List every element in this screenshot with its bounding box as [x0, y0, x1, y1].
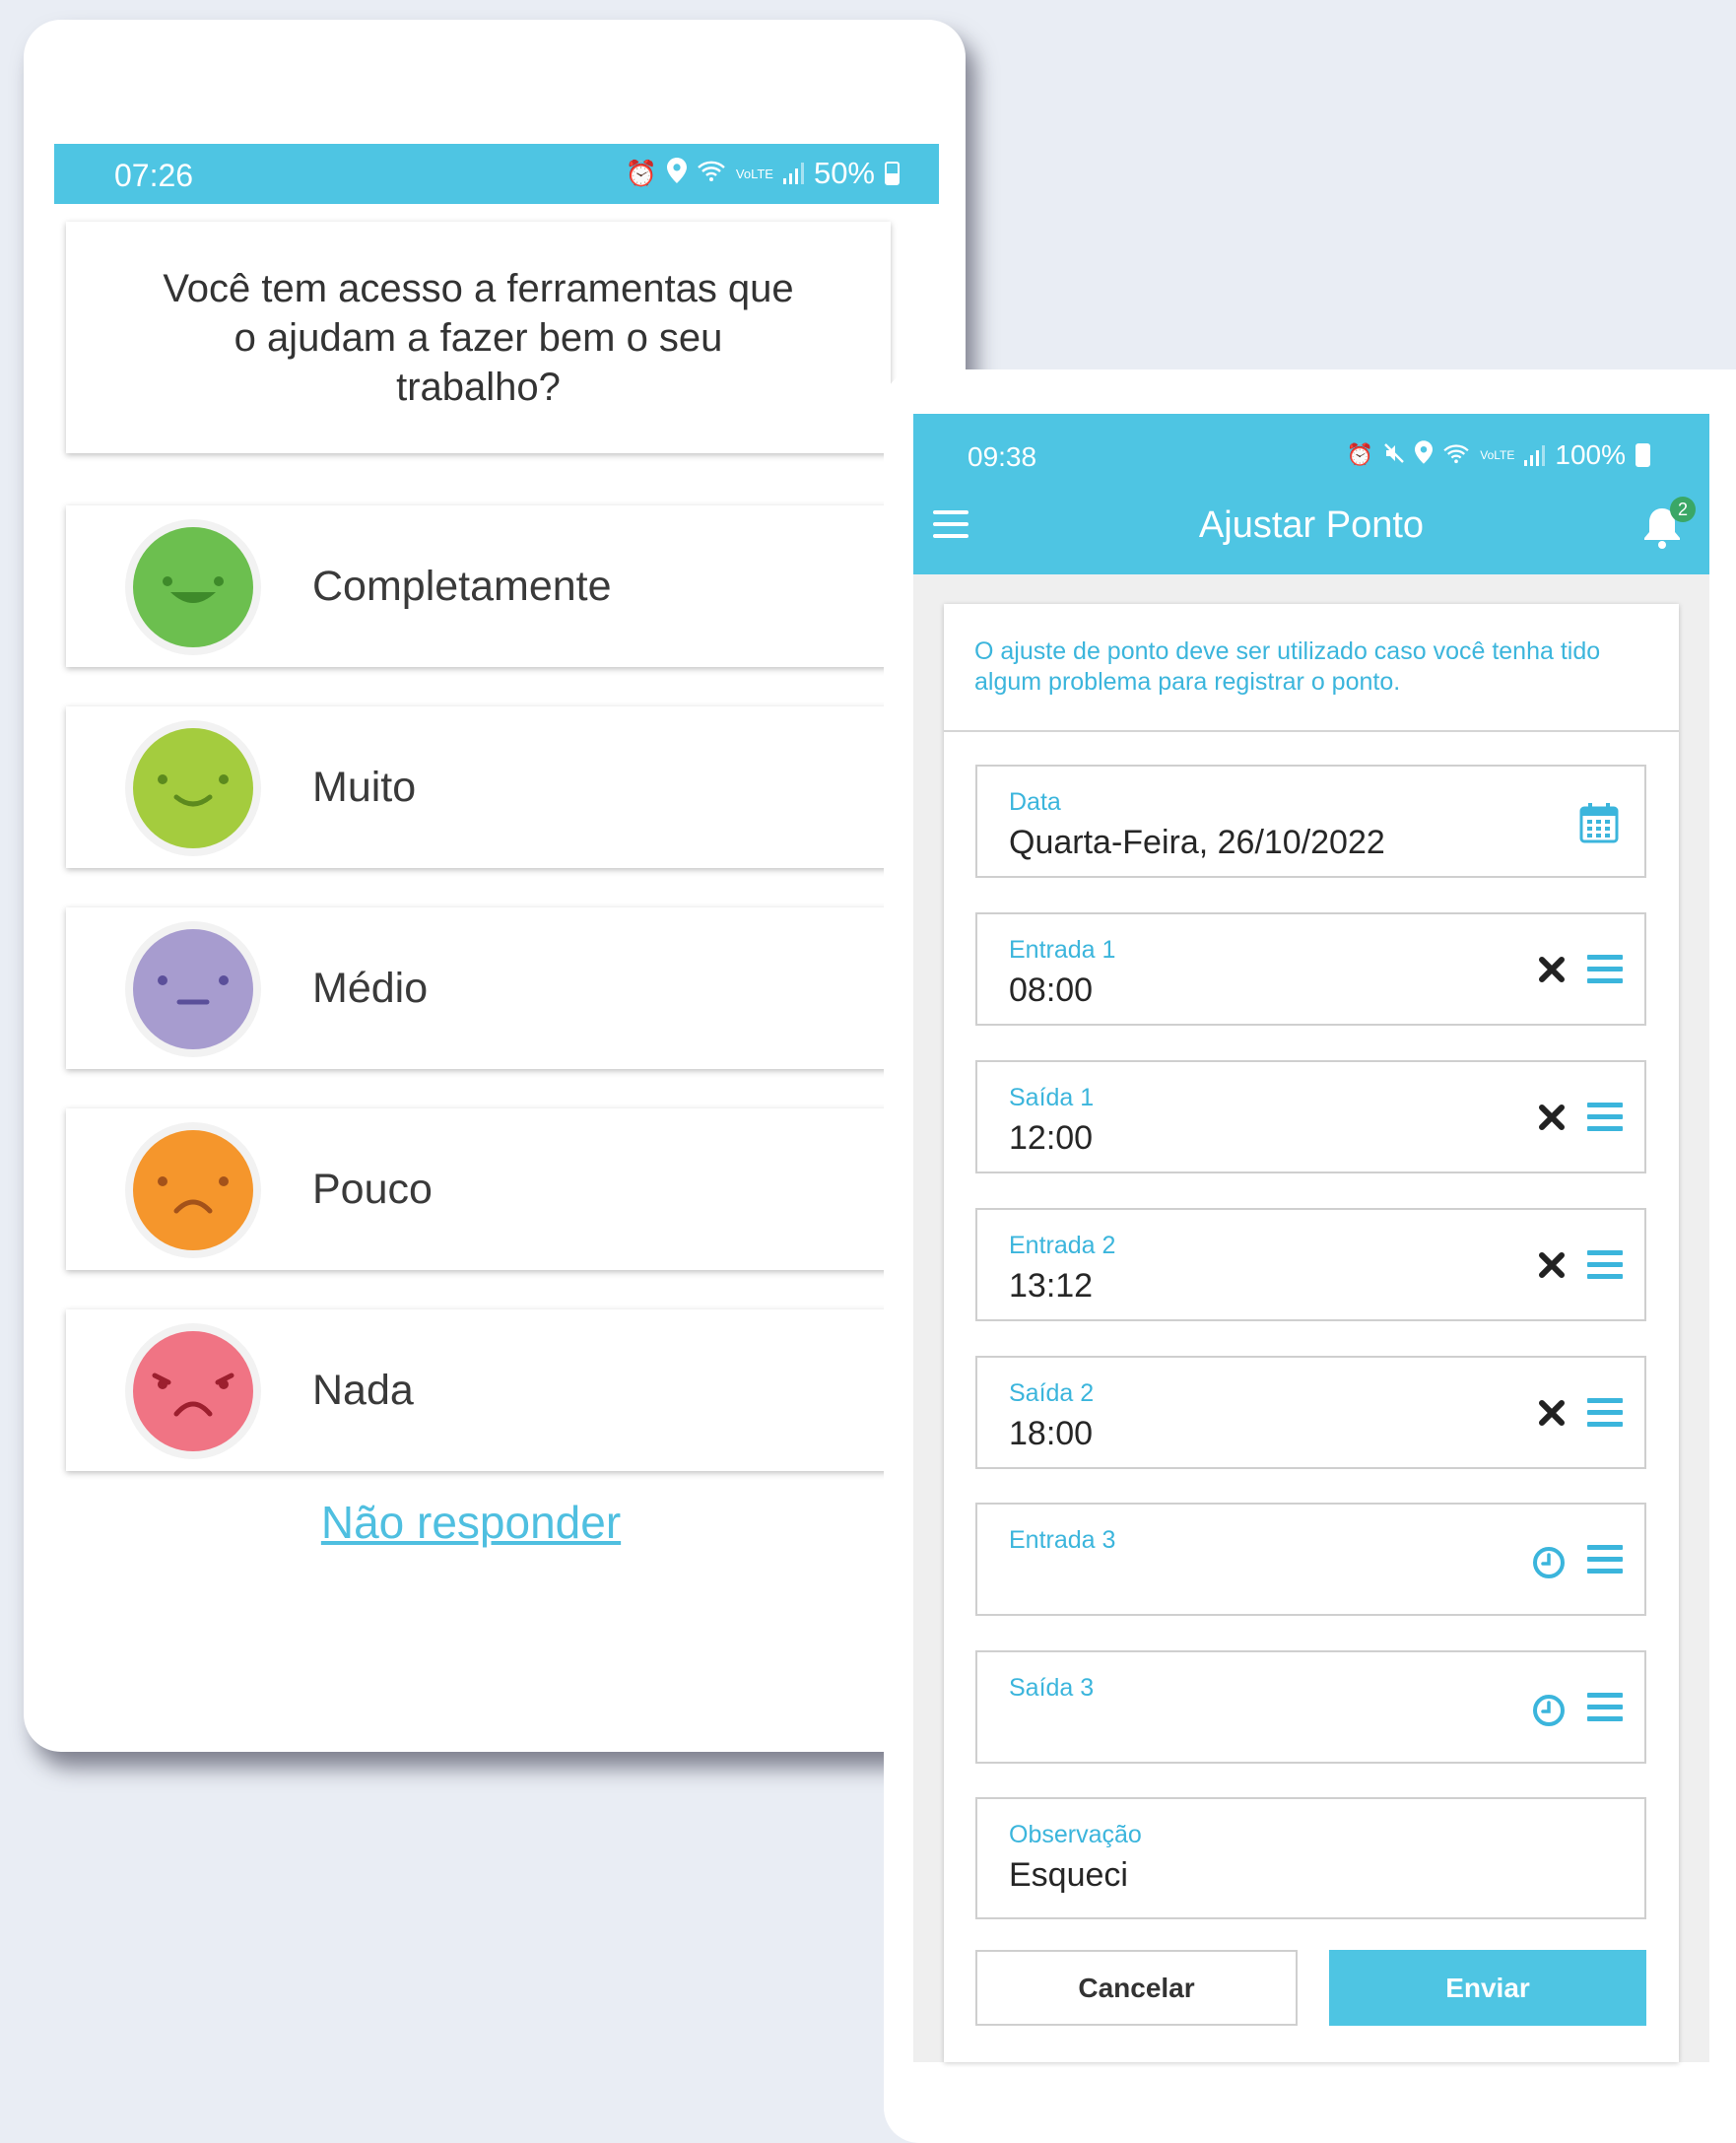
field-label: Saída 2	[1009, 1379, 1095, 1407]
content-edge	[54, 204, 939, 224]
entrada-2-field[interactable]: Entrada 2 13:12	[975, 1208, 1646, 1321]
drag-handle-icon[interactable]	[1587, 1545, 1623, 1574]
drag-handle-icon[interactable]	[1587, 1250, 1623, 1280]
send-button[interactable]: Enviar	[1329, 1950, 1646, 2026]
field-label: Observação	[1009, 1821, 1142, 1848]
face-ring	[125, 519, 261, 655]
saida-2-field[interactable]: Saída 2 18:00	[975, 1356, 1646, 1469]
face-ring	[125, 921, 261, 1057]
status-time: 09:38	[968, 441, 1037, 472]
entrada-1-field[interactable]: Entrada 1 08:00	[975, 912, 1646, 1026]
field-label: Saída 3	[1009, 1674, 1095, 1702]
option-completamente[interactable]: Completamente	[66, 505, 953, 667]
saida-3-field[interactable]: Saída 3	[975, 1650, 1646, 1764]
observation-field[interactable]: Observação Esqueci	[975, 1797, 1646, 1919]
drag-handle-icon[interactable]	[1587, 955, 1623, 984]
battery-percent: 100%	[1555, 439, 1626, 470]
drag-handle-icon[interactable]	[1587, 1103, 1623, 1132]
notification-badge: 2	[1670, 497, 1696, 522]
lte-icon: VoLTE	[1480, 448, 1515, 462]
signal-icon	[1524, 444, 1546, 466]
very-happy-face-icon	[133, 527, 253, 647]
face-ring	[125, 720, 261, 856]
page-title: Ajustar Ponto	[1198, 504, 1425, 546]
option-label: Completamente	[312, 562, 612, 610]
option-label: Pouco	[312, 1165, 433, 1213]
face-ring	[125, 1323, 261, 1459]
field-value: 18:00	[1009, 1415, 1094, 1452]
survey-question: Você tem acesso a ferramentas que o ajud…	[66, 222, 891, 453]
field-label: Data	[1009, 788, 1061, 816]
angry-face-icon	[133, 1331, 253, 1451]
signal-icon	[782, 163, 804, 184]
option-label: Nada	[312, 1366, 414, 1414]
calendar-icon[interactable]	[1579, 802, 1619, 843]
mute-icon	[1383, 439, 1405, 471]
field-label: Entrada 1	[1009, 936, 1116, 964]
status-bar: 07:26 ⏰ VoLTE 50%	[54, 144, 939, 204]
option-label: Muito	[312, 763, 417, 811]
date-field[interactable]: Data Quarta-Feira, 26/10/2022	[975, 765, 1646, 878]
option-medio[interactable]: Médio	[66, 907, 953, 1069]
drag-handle-icon[interactable]	[1587, 1693, 1623, 1722]
status-icons: ⏰ VoLTE 100%	[1347, 439, 1650, 471]
alarm-icon: ⏰	[1346, 442, 1374, 467]
field-label: Entrada 3	[1009, 1526, 1116, 1554]
wifi-icon	[697, 159, 726, 189]
field-value: Esqueci	[1009, 1856, 1128, 1894]
field-label: Entrada 2	[1009, 1232, 1116, 1259]
battery-percent: 50%	[813, 156, 875, 190]
battery-icon	[1636, 443, 1650, 467]
drag-handle-icon[interactable]	[1587, 1398, 1623, 1428]
clear-icon[interactable]	[1538, 1104, 1566, 1131]
neutral-face-icon	[133, 929, 253, 1049]
option-muito[interactable]: Muito	[66, 706, 953, 868]
battery-icon	[885, 162, 900, 185]
notice-text: O ajuste de ponto deve ser utilizado cas…	[974, 637, 1601, 696]
face-ring	[125, 1122, 261, 1258]
location-icon	[666, 157, 687, 190]
app-header: 09:38 ⏰ VoLTE 100% Ajustar Ponto 2	[913, 414, 1709, 574]
sad-face-icon	[133, 1130, 253, 1250]
happy-face-icon	[133, 728, 253, 848]
field-label: Saída 1	[1009, 1084, 1095, 1111]
entrada-3-field[interactable]: Entrada 3	[975, 1503, 1646, 1616]
clock-icon[interactable]	[1532, 1694, 1566, 1727]
field-value: 08:00	[1009, 971, 1094, 1009]
clear-icon[interactable]	[1538, 956, 1566, 983]
field-value: 12:00	[1009, 1119, 1094, 1157]
saida-1-field[interactable]: Saída 1 12:00	[975, 1060, 1646, 1173]
clear-icon[interactable]	[1538, 1251, 1566, 1279]
option-label: Médio	[312, 964, 429, 1012]
cancel-button[interactable]: Cancelar	[975, 1950, 1298, 2026]
divider	[944, 730, 1679, 732]
skip-link[interactable]: Não responder	[0, 1496, 942, 1549]
clear-icon[interactable]	[1538, 1399, 1566, 1427]
option-pouco[interactable]: Pouco	[66, 1108, 953, 1270]
alarm-icon: ⏰	[625, 158, 657, 188]
option-nada[interactable]: Nada	[66, 1309, 953, 1471]
wifi-icon	[1442, 439, 1470, 471]
clock-icon[interactable]	[1532, 1546, 1566, 1579]
field-value: 13:12	[1009, 1267, 1094, 1305]
status-time: 07:26	[114, 158, 194, 193]
field-value: Quarta-Feira, 26/10/2022	[1009, 824, 1385, 861]
lte-icon: VoLTE	[735, 166, 773, 181]
status-icons: ⏰ VoLTE 50%	[626, 156, 900, 191]
location-icon	[1415, 439, 1434, 471]
